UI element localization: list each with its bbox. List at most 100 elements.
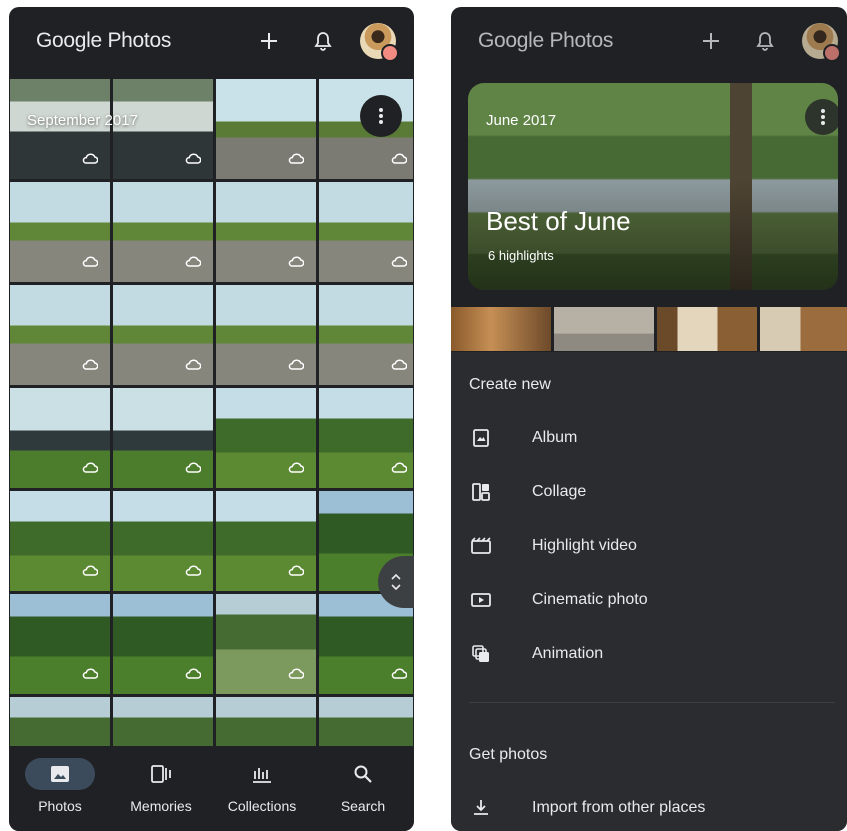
create-highlight-video-item[interactable]: Highlight video [451, 523, 847, 569]
account-avatar[interactable] [360, 23, 399, 62]
more-options-button[interactable] [360, 95, 402, 137]
create-sheet-screen: Google Photos June 2017 Best of June 6 h… [451, 7, 847, 831]
create-album-item[interactable]: Album [451, 415, 847, 461]
memory-subtitle: 6 highlights [488, 248, 554, 263]
create-new-heading: Create new [469, 376, 551, 393]
photo-icon [51, 766, 69, 782]
app-logo: Google Photos [478, 29, 614, 52]
photo-thumbnail[interactable] [113, 388, 213, 488]
cloud-icon [82, 151, 99, 169]
photo-thumbnail[interactable] [451, 307, 551, 351]
sheet-divider [469, 702, 835, 703]
cloud-icon [185, 563, 202, 581]
cloud-icon [288, 666, 305, 684]
highlight-video-icon [469, 534, 493, 558]
photo-thumbnail[interactable] [319, 697, 413, 753]
scroll-up-icon [391, 574, 401, 580]
photo-thumbnail[interactable] [10, 285, 110, 385]
memory-options-button[interactable] [805, 99, 841, 135]
photo-thumbnail[interactable] [657, 307, 757, 351]
cloud-icon [185, 151, 202, 169]
memories-icon [126, 758, 196, 790]
top-app-bar: Google Photos [9, 7, 414, 79]
cloud-icon [82, 254, 99, 272]
photo-thumbnail[interactable] [113, 697, 213, 753]
cinematic-photo-icon [469, 588, 493, 612]
create-collage-item[interactable]: Collage [451, 469, 847, 515]
photo-thumbnail[interactable] [760, 307, 847, 351]
create-animation-item[interactable]: Animation [451, 631, 847, 677]
avatar-badge [823, 44, 841, 62]
photo-thumbnail[interactable] [319, 594, 413, 694]
memory-card[interactable]: June 2017 Best of June 6 highlights [468, 83, 838, 290]
bottom-navigation: Photos Memories Collections Search [9, 746, 414, 831]
photo-thumbnail[interactable] [216, 285, 316, 385]
cloud-icon [391, 254, 408, 272]
cloud-icon [391, 151, 408, 169]
photo-thumbnail[interactable] [10, 594, 110, 694]
cloud-icon [391, 460, 408, 478]
photo-thumbnail[interactable] [319, 182, 413, 282]
cloud-icon [82, 460, 99, 478]
photo-thumbnail[interactable] [113, 594, 213, 694]
photo-thumbnail[interactable] [216, 594, 316, 694]
cloud-icon [391, 666, 408, 684]
account-avatar[interactable] [802, 23, 841, 62]
nav-memories[interactable]: Memories [111, 746, 211, 831]
cloud-icon [82, 357, 99, 375]
cloud-icon [288, 151, 305, 169]
memory-month: June 2017 [486, 112, 557, 129]
month-label: September 2017 [27, 112, 138, 129]
get-photos-heading: Get photos [469, 746, 548, 763]
photo-thumbnail[interactable] [113, 491, 213, 591]
photo-thumbnail[interactable] [113, 285, 213, 385]
cloud-icon [288, 357, 305, 375]
import-from-other-places-item[interactable]: Import from other places [451, 785, 847, 831]
cloud-icon [185, 666, 202, 684]
photo-thumbnail[interactable] [10, 388, 110, 488]
photo-thumbnail[interactable] [554, 307, 654, 351]
photo-thumbnail[interactable] [319, 285, 413, 385]
search-icon [328, 758, 398, 790]
add-icon[interactable] [257, 29, 281, 53]
photo-thumbnail[interactable] [10, 697, 110, 753]
photo-thumbnail[interactable] [216, 182, 316, 282]
add-icon[interactable] [699, 29, 723, 53]
avatar-badge [381, 44, 399, 62]
photo-thumbnail[interactable] [113, 79, 213, 179]
cloud-icon [82, 563, 99, 581]
top-app-bar: Google Photos [451, 7, 847, 79]
cloud-icon [82, 666, 99, 684]
cloud-icon [391, 357, 408, 375]
photo-grid [10, 79, 413, 753]
notifications-icon[interactable] [311, 29, 335, 53]
nav-search[interactable]: Search [313, 746, 413, 831]
memory-title: Best of June [486, 206, 631, 236]
nav-selected-indicator [25, 758, 95, 790]
cloud-icon [185, 460, 202, 478]
create-cinematic-photo-item[interactable]: Cinematic photo [451, 577, 847, 623]
cloud-icon [288, 563, 305, 581]
photo-thumbnail[interactable] [10, 182, 110, 282]
animation-icon [469, 642, 493, 666]
scroll-down-icon [391, 584, 401, 590]
notifications-icon[interactable] [753, 29, 777, 53]
cloud-icon [185, 357, 202, 375]
photo-thumbnail[interactable] [216, 79, 316, 179]
create-bottom-sheet: Create new Album Collage Highlight video… [451, 352, 847, 831]
photo-thumbnail[interactable] [10, 79, 110, 179]
more-vert-icon [379, 108, 383, 124]
photo-thumbnail[interactable] [113, 182, 213, 282]
import-icon [469, 796, 493, 820]
collage-icon [469, 480, 493, 504]
more-vert-icon [821, 109, 825, 125]
photo-thumbnail[interactable] [216, 697, 316, 753]
photo-thumbnail[interactable] [216, 388, 316, 488]
cloud-icon [288, 254, 305, 272]
photo-thumbnail[interactable] [10, 491, 110, 591]
nav-collections[interactable]: Collections [212, 746, 312, 831]
photo-thumbnail[interactable] [319, 388, 413, 488]
photo-thumbnail[interactable] [216, 491, 316, 591]
cloud-icon [185, 254, 202, 272]
nav-photos[interactable]: Photos [10, 746, 110, 831]
